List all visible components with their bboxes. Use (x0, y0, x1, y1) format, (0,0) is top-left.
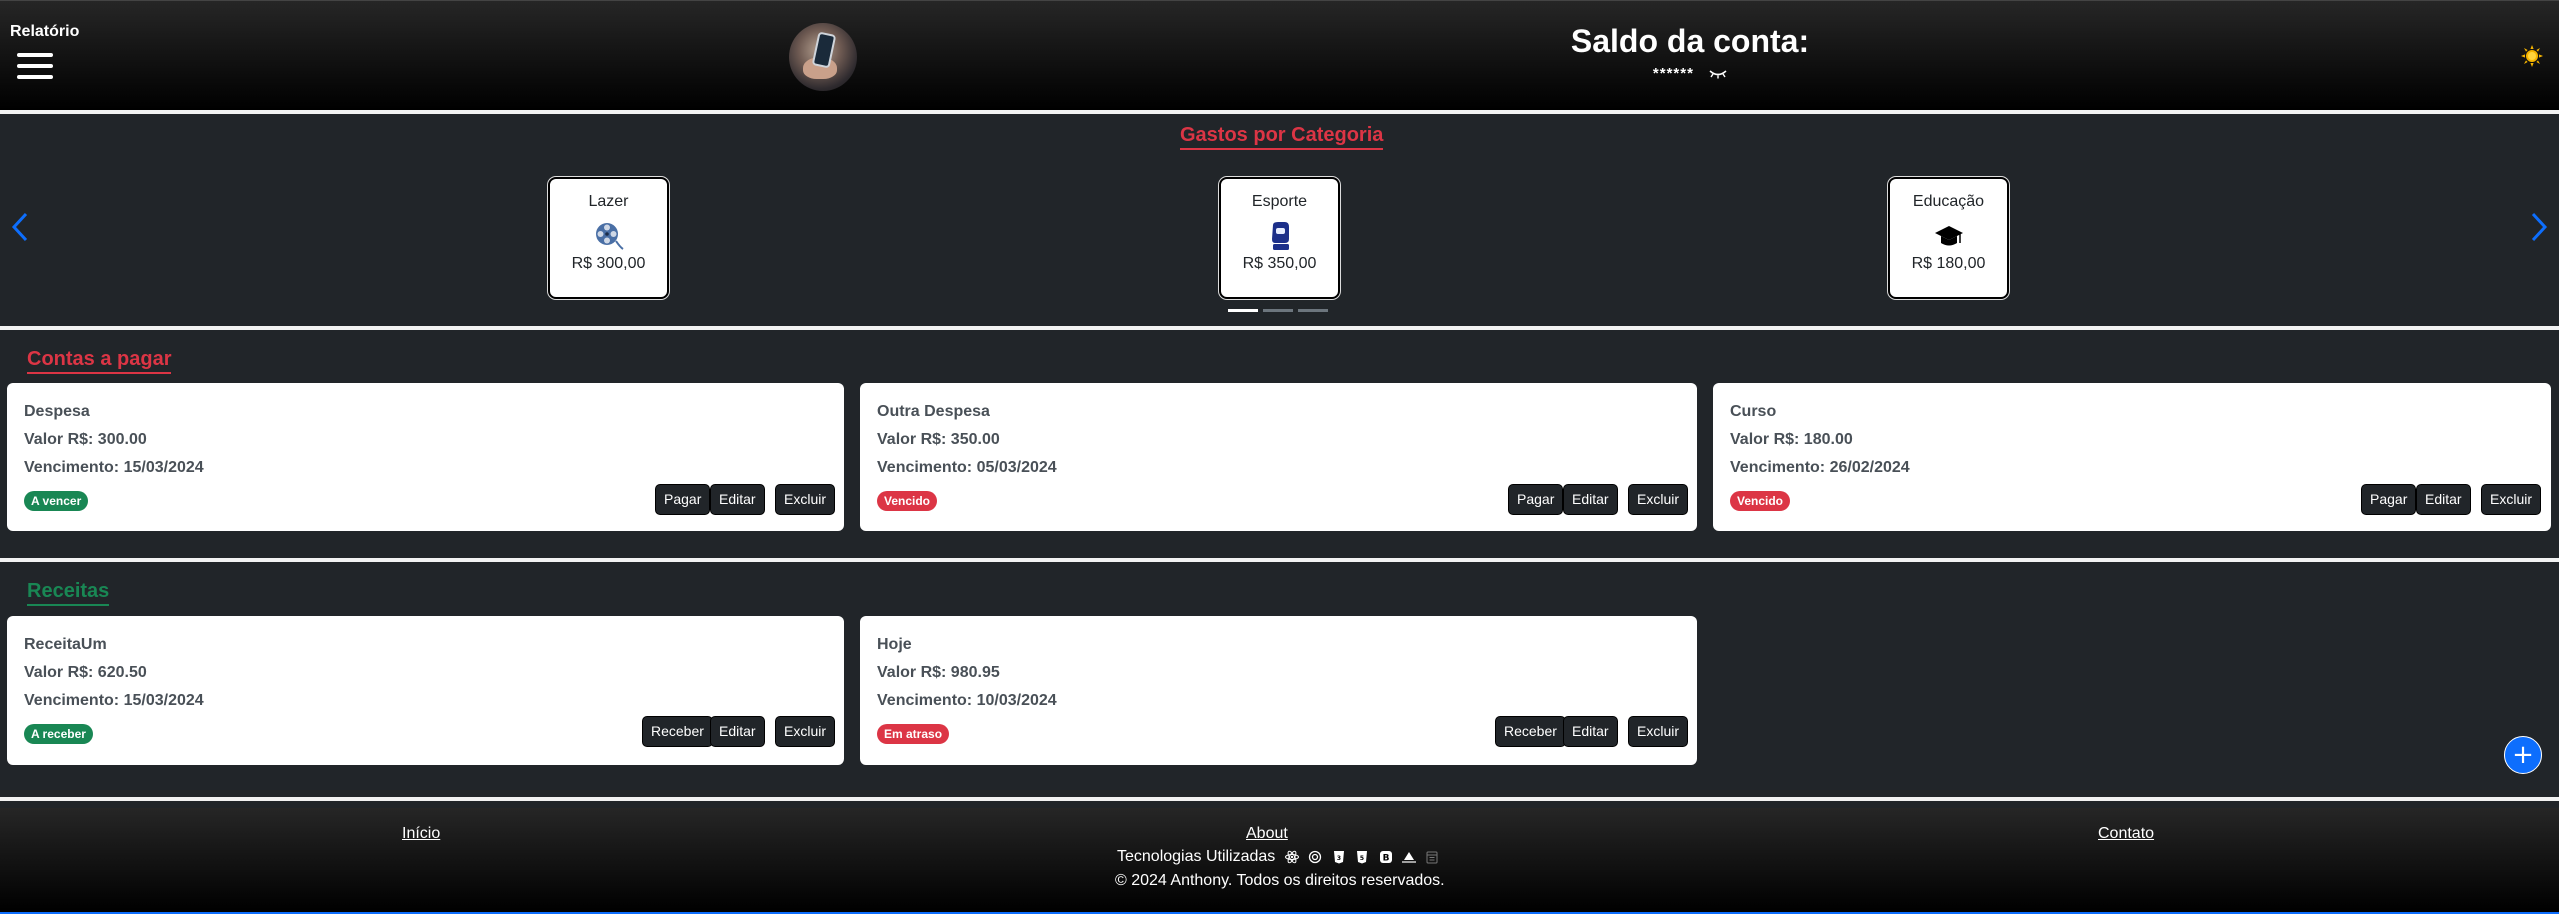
bill-due-date: Vencimento: 05/03/2024 (877, 459, 1057, 476)
income-card: Hoje Valor R$: 980.95 Vencimento: 10/03/… (860, 616, 1697, 765)
income-card: ReceitaUm Valor R$: 620.50 Vencimento: 1… (7, 616, 844, 765)
delete-button[interactable]: Excluir (1628, 716, 1689, 747)
balance-title: Saldo da conta: (1570, 23, 1810, 59)
category-value: R$ 350,00 (1242, 255, 1317, 272)
netlify-icon (1402, 851, 1417, 863)
carousel-next-icon[interactable] (2527, 210, 2551, 244)
delete-button[interactable]: Excluir (775, 484, 836, 515)
income-amount: Valor R$: 980.95 (877, 664, 1000, 681)
bill-card: Outra Despesa Valor R$: 350.00 Venciment… (860, 383, 1697, 531)
html5-icon: 5 (1357, 850, 1368, 864)
balance-value: ****** (1652, 65, 1694, 82)
top-navbar: Relatório Saldo da conta: ****** (0, 0, 2559, 110)
category-card-lazer: Lazer R$ 300,00 (548, 177, 669, 299)
income-name: ReceitaUm (24, 636, 107, 653)
eye-closed-icon[interactable] (1709, 69, 1727, 79)
category-name: Educação (1912, 193, 1985, 210)
incomes-title: Receitas (27, 580, 110, 606)
sun-icon[interactable] (2521, 45, 2543, 67)
bills-title: Contas a pagar (27, 348, 172, 374)
hamburger-menu-icon[interactable] (17, 53, 53, 79)
app-logo (789, 23, 857, 91)
category-card-esporte: Esporte R$ 350,00 (1219, 177, 1340, 299)
copyright-text: © 2024 Anthony. Todos os direitos reserv… (1115, 872, 1445, 889)
openai-icon (1309, 850, 1322, 863)
react-icon (1284, 850, 1299, 864)
bill-card: Despesa Valor R$: 300.00 Vencimento: 15/… (7, 383, 844, 531)
status-badge: Vencido (1730, 491, 1791, 511)
category-name: Lazer (588, 193, 629, 210)
status-badge: Vencido (877, 491, 938, 511)
svg-text:B: B (1382, 853, 1389, 863)
tech-label: Tecnologias Utilizadas (1117, 848, 1276, 865)
pay-button[interactable]: Pagar (2361, 484, 2417, 515)
carousel-indicator-2[interactable] (1263, 309, 1293, 312)
bill-name: Despesa (24, 403, 90, 420)
category-value: R$ 180,00 (1911, 255, 1986, 272)
section-divider (0, 558, 2559, 562)
balance-display: ****** (1620, 65, 1760, 82)
bootstrap-icon: B (1379, 850, 1392, 863)
delete-button[interactable]: Excluir (775, 716, 836, 747)
bill-due-date: Vencimento: 15/03/2024 (24, 459, 204, 476)
income-due-date: Vencimento: 15/03/2024 (24, 692, 204, 709)
menu-title: Relatório (10, 23, 80, 40)
categories-title: Gastos por Categoria (1180, 124, 1384, 150)
svg-text:5: 5 (1360, 855, 1364, 862)
edit-button[interactable]: Editar (1563, 484, 1618, 515)
carousel-prev-icon[interactable] (8, 210, 32, 244)
boxing-glove-icon (1271, 222, 1289, 250)
income-due-date: Vencimento: 10/03/2024 (877, 692, 1057, 709)
income-amount: Valor R$: 620.50 (24, 664, 147, 681)
section-divider (0, 797, 2559, 801)
income-name: Hoje (877, 636, 912, 653)
status-badge: A receber (24, 724, 93, 744)
film-reel-icon (595, 223, 624, 250)
graduation-cap-icon (1934, 226, 1963, 246)
section-divider (0, 326, 2559, 330)
tech-list: Tecnologias Utilizadas 3 5 B (1117, 848, 1439, 866)
edit-button[interactable]: Editar (1563, 716, 1618, 747)
bill-due-date: Vencimento: 26/02/2024 (1730, 459, 1910, 476)
bill-name: Outra Despesa (877, 403, 990, 420)
footer-link-contact[interactable]: Contato (2098, 825, 2154, 843)
footer-link-about[interactable]: About (1246, 825, 1288, 843)
bill-amount: Valor R$: 180.00 (1730, 431, 1853, 448)
bill-amount: Valor R$: 300.00 (24, 431, 147, 448)
pay-button[interactable]: Pagar (1508, 484, 1564, 515)
edit-button[interactable]: Editar (710, 484, 765, 515)
svg-text:3: 3 (1337, 855, 1341, 862)
bill-name: Curso (1730, 403, 1777, 420)
receive-button[interactable]: Receber (642, 716, 713, 747)
status-badge: A vencer (24, 491, 89, 511)
edit-button[interactable]: Editar (2416, 484, 2471, 515)
pay-button[interactable]: Pagar (655, 484, 711, 515)
calendar-icon (1426, 851, 1438, 864)
receive-button[interactable]: Receber (1495, 716, 1566, 747)
category-name: Esporte (1251, 193, 1308, 210)
footer: Início About Contato Tecnologias Utiliza… (0, 808, 2559, 914)
category-card-educacao: Educação R$ 180,00 (1888, 177, 2009, 299)
css3-icon: 3 (1333, 850, 1344, 864)
add-button[interactable]: + (2504, 736, 2542, 774)
bill-amount: Valor R$: 350.00 (877, 431, 1000, 448)
status-badge: Em atraso (877, 724, 950, 744)
edit-button[interactable]: Editar (710, 716, 765, 747)
delete-button[interactable]: Excluir (2481, 484, 2542, 515)
bill-card: Curso Valor R$: 180.00 Vencimento: 26/02… (1713, 383, 2551, 531)
carousel-indicator-3[interactable] (1298, 309, 1328, 312)
footer-link-home[interactable]: Início (402, 825, 440, 843)
carousel-indicator-1[interactable] (1228, 309, 1258, 312)
delete-button[interactable]: Excluir (1628, 484, 1689, 515)
category-value: R$ 300,00 (571, 255, 646, 272)
section-divider (0, 110, 2559, 114)
